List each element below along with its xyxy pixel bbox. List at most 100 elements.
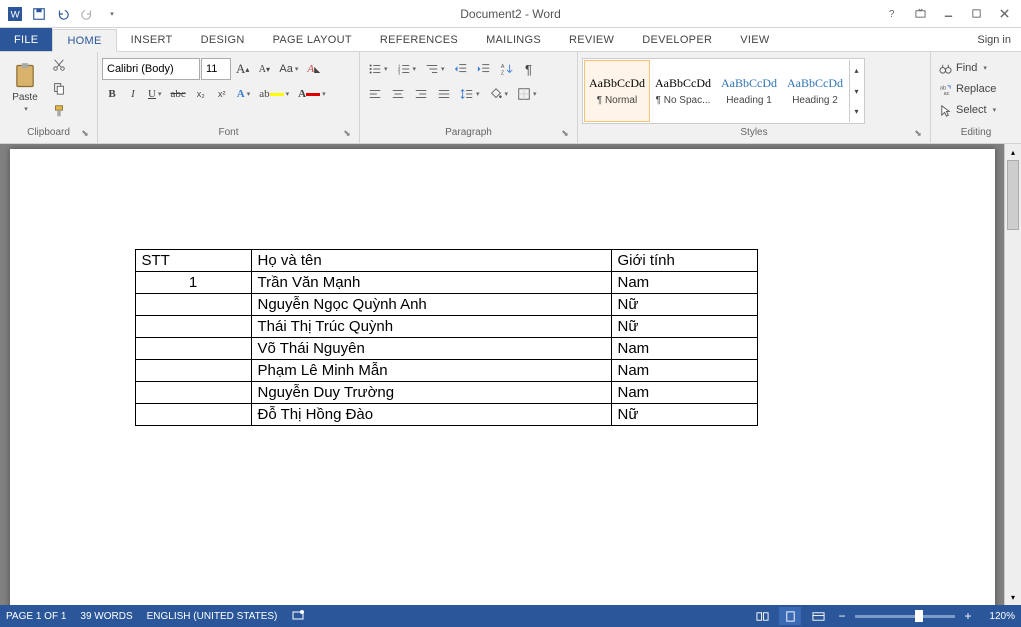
maximize-icon[interactable]	[963, 3, 989, 25]
find-button[interactable]: Find	[935, 58, 991, 78]
tab-developer[interactable]: DEVELOPER	[628, 28, 726, 51]
font-color-button[interactable]: A	[294, 83, 329, 105]
sign-in-link[interactable]: Sign in	[967, 28, 1021, 51]
zoom-thumb[interactable]	[915, 610, 923, 622]
undo-icon[interactable]	[52, 3, 74, 25]
zoom-out-button[interactable]: −	[835, 609, 849, 623]
increase-indent-button[interactable]	[473, 58, 495, 80]
style---normal[interactable]: AaBbCcDd¶ Normal	[584, 60, 650, 122]
align-left-button[interactable]	[364, 83, 386, 105]
scroll-up-icon[interactable]: ▴	[1005, 144, 1021, 160]
borders-button[interactable]	[513, 83, 541, 105]
highlight-button[interactable]: ab	[255, 83, 293, 105]
read-mode-button[interactable]	[751, 607, 773, 625]
font-name-combo[interactable]	[102, 58, 200, 80]
font-dialog-launcher[interactable]	[341, 128, 353, 140]
tab-review[interactable]: REVIEW	[555, 28, 628, 51]
clear-formatting-button[interactable]: A◣	[303, 58, 324, 80]
page[interactable]: STTHọ và tênGiới tính1Trần Văn MạnhNamNg…	[10, 149, 995, 605]
redo-icon[interactable]	[76, 3, 98, 25]
document-area: STTHọ và tênGiới tính1Trần Văn MạnhNamNg…	[0, 144, 1021, 605]
multilevel-list-button[interactable]	[421, 58, 449, 80]
styles-scroll-down[interactable]: ▾	[849, 81, 863, 102]
scroll-track[interactable]	[1005, 160, 1021, 589]
tab-home[interactable]: HOME	[52, 29, 116, 52]
table-header-row[interactable]: STTHọ và tênGiới tính	[135, 250, 757, 272]
status-language[interactable]: ENGLISH (UNITED STATES)	[147, 611, 278, 622]
select-button[interactable]: Select	[935, 100, 1000, 120]
subscript-button[interactable]: x₂	[191, 83, 211, 105]
print-layout-button[interactable]	[779, 607, 801, 625]
save-icon[interactable]	[28, 3, 50, 25]
tab-mailings[interactable]: MAILINGS	[472, 28, 555, 51]
line-spacing-button[interactable]	[456, 83, 484, 105]
show-hide-button[interactable]: ¶	[519, 58, 539, 80]
close-icon[interactable]	[991, 3, 1017, 25]
tab-references[interactable]: REFERENCES	[366, 28, 472, 51]
status-words[interactable]: 39 WORDS	[80, 611, 132, 622]
cut-button[interactable]	[48, 54, 70, 76]
shrink-font-button[interactable]: A▾	[254, 58, 274, 80]
status-page[interactable]: PAGE 1 OF 1	[6, 611, 66, 622]
paragraph-dialog-launcher[interactable]	[559, 128, 571, 140]
vertical-scrollbar[interactable]: ▴ ▾	[1004, 144, 1021, 605]
document-scroll[interactable]: STTHọ và tênGiới tính1Trần Văn MạnhNamNg…	[0, 144, 1004, 605]
table-row[interactable]: Nguyễn Duy TrườngNam	[135, 382, 757, 404]
styles-expand[interactable]: ▾	[849, 101, 863, 122]
tab-insert[interactable]: INSERT	[117, 28, 187, 51]
ribbon-options-icon[interactable]	[907, 3, 933, 25]
styles-dialog-launcher[interactable]	[912, 128, 924, 140]
align-right-button[interactable]	[410, 83, 432, 105]
shading-button[interactable]	[485, 83, 513, 105]
table-row[interactable]: Đỗ Thị Hồng ĐàoNữ	[135, 404, 757, 426]
table-row[interactable]: Thái Thị Trúc QuỳnhNữ	[135, 316, 757, 338]
clipboard-dialog-launcher[interactable]	[79, 128, 91, 140]
bullets-button[interactable]	[364, 58, 392, 80]
styles-gallery[interactable]: AaBbCcDd¶ NormalAaBbCcDd¶ No Spac...AaBb…	[582, 58, 865, 124]
table-row[interactable]: Nguyễn Ngọc Quỳnh AnhNữ	[135, 294, 757, 316]
minimize-icon[interactable]	[935, 3, 961, 25]
table-row[interactable]: Phạm Lê Minh MẫnNam	[135, 360, 757, 382]
style-heading-1[interactable]: AaBbCcDdHeading 1	[716, 60, 782, 122]
sort-button[interactable]: AZ	[496, 58, 518, 80]
tab-page-layout[interactable]: PAGE LAYOUT	[259, 28, 366, 51]
text-effects-button[interactable]: A	[233, 83, 254, 105]
align-center-button[interactable]	[387, 83, 409, 105]
table-row[interactable]: 1Trần Văn MạnhNam	[135, 272, 757, 294]
document-table[interactable]: STTHọ và tênGiới tính1Trần Văn MạnhNamNg…	[135, 249, 758, 426]
replace-button[interactable]: abacReplace	[935, 79, 1000, 99]
table-row[interactable]: Võ Thái NguyênNam	[135, 338, 757, 360]
italic-button[interactable]: I	[123, 83, 143, 105]
scroll-down-icon[interactable]: ▾	[1005, 589, 1021, 605]
zoom-in-button[interactable]: +	[961, 609, 975, 623]
brush-icon	[52, 104, 66, 118]
group-label-paragraph: Paragraph	[364, 127, 573, 143]
help-icon[interactable]: ?	[879, 3, 905, 25]
bold-button[interactable]: B	[102, 83, 122, 105]
style---no-spac---[interactable]: AaBbCcDd¶ No Spac...	[650, 60, 716, 122]
format-painter-button[interactable]	[48, 100, 70, 122]
tab-view[interactable]: VIEW	[726, 28, 783, 51]
style-heading-2[interactable]: AaBbCcDdHeading 2	[782, 60, 848, 122]
grow-font-button[interactable]: A▴	[232, 58, 253, 80]
tab-design[interactable]: DESIGN	[187, 28, 259, 51]
zoom-slider[interactable]	[855, 615, 955, 618]
zoom-level[interactable]: 120%	[981, 611, 1015, 622]
styles-scroll-up[interactable]: ▴	[849, 60, 863, 81]
justify-button[interactable]	[433, 83, 455, 105]
web-layout-button[interactable]	[807, 607, 829, 625]
qat-customize-icon[interactable]	[100, 3, 122, 25]
font-size-combo[interactable]	[201, 58, 231, 80]
tab-file[interactable]: FILE	[0, 28, 52, 51]
decrease-indent-button[interactable]	[450, 58, 472, 80]
underline-button[interactable]: U	[144, 83, 165, 105]
superscript-button[interactable]: x²	[212, 83, 232, 105]
scroll-thumb[interactable]	[1007, 160, 1019, 230]
copy-button[interactable]	[48, 77, 70, 99]
numbering-button[interactable]: 123	[393, 58, 421, 80]
word-app-icon[interactable]: W	[4, 3, 26, 25]
strikethrough-button[interactable]: abc	[166, 83, 189, 105]
macro-record-icon[interactable]	[291, 608, 305, 625]
change-case-button[interactable]: Aa	[275, 58, 302, 80]
paste-button[interactable]: Paste	[4, 54, 46, 120]
